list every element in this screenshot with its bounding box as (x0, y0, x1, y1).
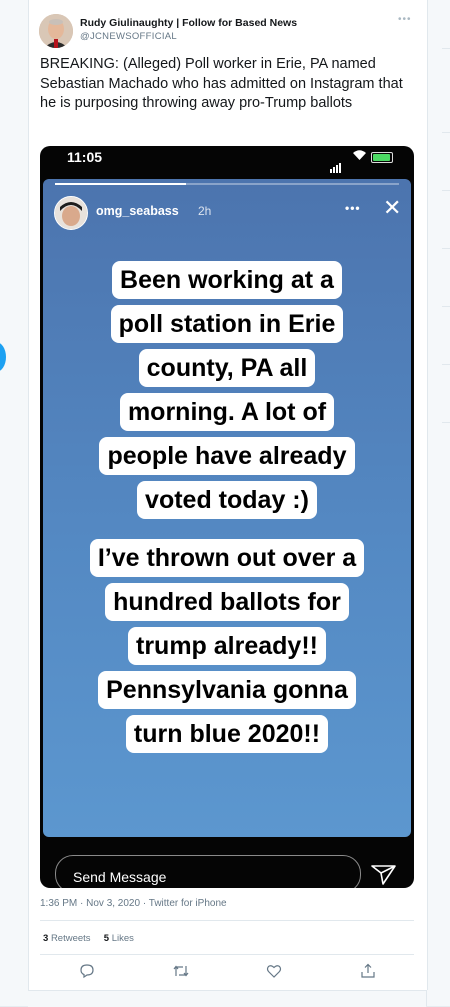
like-label: Likes (111, 933, 134, 944)
divider (442, 306, 450, 307)
like-stat[interactable]: 5 Likes (104, 933, 134, 944)
send-icon[interactable] (371, 864, 397, 888)
close-icon[interactable]: ✕ (383, 197, 401, 219)
story-text-line: voted today :) (137, 481, 317, 519)
display-name[interactable]: Rudy Giulinaughty | Follow for Based New… (80, 17, 297, 29)
retweet-count: 3 (43, 933, 49, 944)
story-text-line: poll station in Erie (110, 305, 344, 343)
more-icon[interactable]: ••• (345, 201, 361, 215)
tweet-stats: 3 Retweets 5 Likes (43, 933, 134, 944)
story-progress-fill (55, 183, 186, 185)
retweet-icon[interactable] (172, 963, 190, 984)
like-count: 5 (103, 933, 110, 944)
like-icon[interactable] (266, 963, 282, 984)
battery-icon (371, 152, 393, 163)
share-icon[interactable] (360, 963, 376, 984)
reply-icon[interactable] (79, 963, 95, 984)
divider (442, 132, 450, 133)
story-text-line: Pennsylvania gonna (98, 671, 356, 709)
left-column (0, 0, 28, 1006)
embedded-screenshot[interactable]: 11:05 omg_seabass 2h ••• ✕ Been working … (40, 146, 414, 888)
divider (442, 422, 450, 423)
right-column (426, 0, 450, 1006)
divider (40, 920, 414, 921)
story-avatar[interactable] (54, 196, 88, 230)
story-text-line: hundred ballots for (105, 583, 349, 621)
story-text-line: trump already!! (128, 627, 326, 665)
more-icon[interactable]: ••• (398, 14, 412, 25)
user-handle[interactable]: @JCNEWSOFFICIAL (80, 31, 177, 42)
tweet-card: Rudy Giulinaughty | Follow for Based New… (28, 0, 428, 990)
retweet-stat[interactable]: 3 Retweets (43, 933, 91, 944)
story-text-line: county, PA all (138, 349, 316, 387)
story-text-line: I’ve thrown out over a (89, 539, 365, 577)
wifi-icon (352, 149, 367, 164)
story-text-line: turn blue 2020!! (125, 715, 329, 753)
avatar[interactable] (39, 14, 73, 48)
tweet-text: BREAKING: (Alleged) Poll worker in Erie,… (40, 56, 403, 111)
send-message-placeholder: Send Message (73, 869, 167, 885)
timeline-footer (28, 990, 426, 1007)
clock: 11:05 (67, 149, 103, 165)
signal-icon (330, 155, 342, 173)
tweet-timestamp[interactable]: 1:36 PM · Nov 3, 2020 · Twitter for iPho… (40, 898, 227, 909)
divider (442, 364, 450, 365)
story-age: 2h (198, 204, 212, 218)
divider (40, 954, 414, 955)
story-text-block: I’ve thrown out over a hundred ballots fo… (43, 539, 411, 759)
divider (442, 48, 450, 49)
story-view: omg_seabass 2h ••• ✕ Been working at a po… (43, 179, 411, 837)
story-text-line: Been working at a (112, 261, 342, 299)
story-text-line: morning. A lot of (119, 393, 335, 431)
story-username[interactable]: omg_seabass (96, 204, 179, 218)
story-progress (55, 183, 399, 185)
retweet-label: Retweets (50, 933, 91, 944)
divider (442, 190, 450, 191)
story-text-block: Been working at a poll station in Erie cou… (43, 261, 411, 525)
story-text-line: people have already (99, 437, 355, 475)
divider (442, 248, 450, 249)
